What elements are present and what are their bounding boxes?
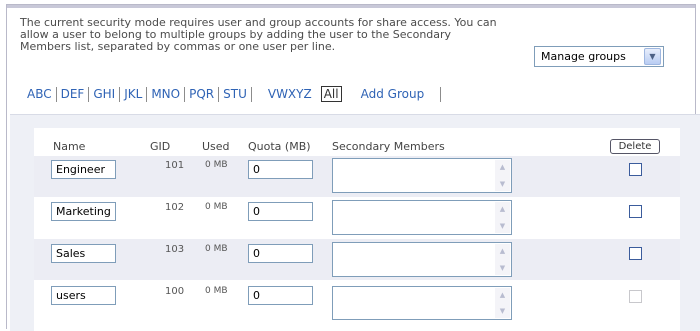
filter-all[interactable]: All [320, 86, 342, 102]
used-value: 0 MB [205, 286, 228, 296]
scroll-down-icon[interactable]: ▼ [497, 222, 508, 230]
group-name-field[interactable]: Marketing [51, 202, 116, 221]
chevron-down-icon[interactable]: ▼ [644, 48, 661, 65]
scroll-down-icon[interactable]: ▼ [497, 264, 508, 272]
quota-field[interactable]: 0 [248, 160, 313, 179]
scroll-up-icon[interactable]: ▲ [497, 205, 508, 213]
quota-field[interactable]: 0 [248, 244, 313, 263]
scrollbar[interactable]: ▲ ▼ [495, 160, 510, 191]
filter-jkl[interactable]: JKL [120, 87, 146, 101]
scroll-down-icon[interactable]: ▼ [497, 307, 508, 315]
scrollbar[interactable]: ▲ ▼ [495, 202, 510, 233]
filter-ghi[interactable]: GHI [89, 87, 119, 101]
group-name-field[interactable]: Engineer [51, 160, 116, 179]
secondary-members-textarea[interactable]: ▲ ▼ [332, 286, 512, 320]
quota-field[interactable]: 0 [248, 202, 313, 221]
delete-checkbox-disabled [629, 290, 642, 303]
scroll-up-icon[interactable]: ▲ [497, 247, 508, 255]
used-value: 0 MB [205, 244, 228, 254]
filter-vwxyz[interactable]: VWXYZ [264, 87, 316, 101]
alphabet-filter-bar: ABC DEF GHI JKL MNO PQR STU VWXYZ All Ad… [23, 86, 442, 102]
filter-stu[interactable]: STU [219, 87, 251, 101]
scroll-up-icon[interactable]: ▲ [497, 163, 508, 171]
gid-value: 100 [165, 286, 185, 297]
delete-checkbox[interactable] [629, 205, 642, 218]
scroll-down-icon[interactable]: ▼ [497, 180, 508, 188]
filter-def[interactable]: DEF [57, 87, 89, 101]
filter-pqr[interactable]: PQR [185, 87, 218, 101]
manage-groups-select[interactable]: Manage groups ▼ [534, 46, 664, 67]
filter-mno[interactable]: MNO [147, 87, 184, 101]
delete-checkbox[interactable] [629, 163, 642, 176]
gid-value: 101 [165, 160, 185, 171]
top-border [7, 5, 695, 8]
manage-groups-select-value: Manage groups [541, 50, 626, 63]
delete-checkbox[interactable] [629, 247, 642, 260]
scrollbar[interactable]: ▲ ▼ [495, 244, 510, 275]
used-value: 0 MB [205, 202, 228, 212]
column-header-used: Used [202, 140, 230, 153]
scroll-up-icon[interactable]: ▲ [497, 291, 508, 299]
column-header-gid: GID [150, 140, 171, 153]
column-header-secondary-members: Secondary Members [332, 140, 445, 153]
gid-value: 102 [165, 202, 185, 213]
intro-text: The current security mode requires user … [20, 16, 497, 53]
secondary-members-textarea[interactable]: ▲ ▼ [332, 242, 512, 277]
quota-field[interactable]: 0 [248, 286, 313, 305]
separator [440, 86, 442, 102]
delete-button[interactable]: Delete [610, 139, 660, 154]
group-name-field[interactable]: Sales [51, 244, 116, 263]
column-header-name: Name [53, 140, 86, 153]
used-value: 0 MB [205, 160, 228, 170]
group-name-field[interactable]: users [51, 286, 116, 305]
secondary-members-textarea[interactable]: ▲ ▼ [332, 200, 512, 235]
column-header-quota: Quota (MB) [248, 140, 311, 153]
scrollbar[interactable]: ▲ ▼ [495, 288, 510, 318]
separator [250, 86, 252, 102]
gid-value: 103 [165, 244, 185, 255]
add-group-link[interactable]: Add Group [347, 87, 441, 101]
filter-abc[interactable]: ABC [23, 87, 56, 101]
secondary-members-textarea[interactable]: ▲ ▼ [332, 158, 512, 193]
